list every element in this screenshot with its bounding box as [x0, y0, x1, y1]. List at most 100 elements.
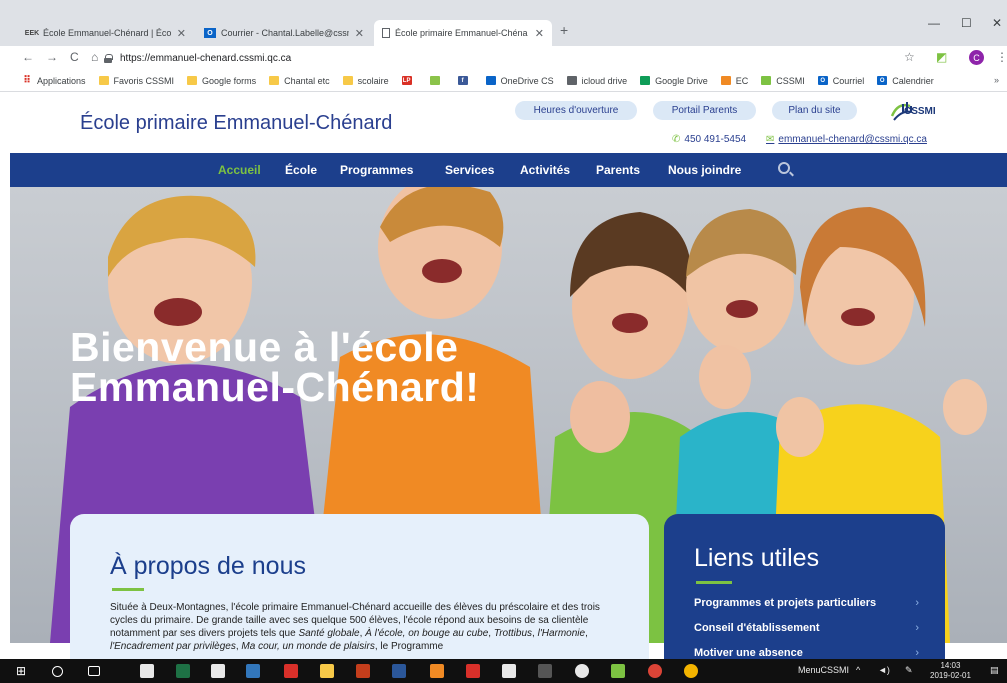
nav-activites[interactable]: Activités [520, 163, 570, 177]
useful-links-card: Liens utiles Programmes et projets parti… [664, 514, 945, 664]
link-absence[interactable]: Motiver une absence › [694, 647, 919, 659]
bookmark-item[interactable]: icloud drive [566, 76, 627, 86]
link-conseil[interactable]: Conseil d'établissement › [694, 622, 919, 634]
notifications-icon[interactable]: ▤ [990, 665, 999, 676]
chrome-icon[interactable] [648, 664, 662, 678]
bookmark-item[interactable]: Favoris CSSMI [98, 76, 174, 86]
bookmark-item[interactable]: Google forms [187, 76, 256, 86]
folder-icon [98, 76, 109, 85]
browser-tab-2[interactable]: O Courrier - Chantal.Labelle@cssm ✕ [196, 20, 372, 46]
powerpoint-icon[interactable] [356, 664, 370, 678]
close-tab-icon[interactable]: ✕ [177, 27, 186, 40]
hero-title-line-1: Bienvenue à l'école [70, 324, 459, 370]
chevron-right-icon: › [915, 647, 919, 659]
app-icon[interactable] [575, 664, 589, 678]
link-programmes[interactable]: Programmes et projets particuliers › [694, 597, 919, 609]
extension-icon[interactable]: ◩ [936, 50, 947, 64]
logo-text: CSSMI [904, 106, 936, 117]
taskbar-clock[interactable]: 14:03 2019-02-01 [930, 661, 971, 681]
bookmark-item[interactable]: CSSMI [761, 76, 805, 86]
new-tab-icon[interactable]: + [560, 22, 568, 38]
phone-contact[interactable]: ✆ 450 491-5454 [672, 134, 746, 145]
minimize-icon[interactable]: — [928, 16, 940, 30]
bookmark-label: OneDrive CS [500, 75, 554, 86]
vlc-icon[interactable] [430, 664, 444, 678]
email-contact[interactable]: ✉ emmanuel-chenard@cssmi.qc.ca [766, 134, 927, 145]
site-title[interactable]: École primaire Emmanuel-Chénard [80, 112, 392, 135]
about-text-segment: , le Programme [374, 641, 444, 652]
sitemap-button[interactable]: Plan du site [772, 101, 857, 120]
file-explorer-icon[interactable] [320, 664, 334, 678]
bookmark-label: Google forms [202, 75, 257, 86]
reload-icon[interactable]: C [70, 50, 79, 64]
tray-chevron-up-icon[interactable]: ^ [856, 665, 860, 675]
word-icon[interactable] [392, 664, 406, 678]
opening-hours-button[interactable]: Heures d'ouverture [515, 101, 637, 120]
volume-icon[interactable]: ◄) [878, 665, 890, 675]
tab-title: École Emmanuel-Chénard | École [43, 28, 171, 38]
task-view-icon[interactable] [88, 666, 100, 676]
bookmark-item[interactable]: scolaire [342, 76, 389, 86]
profile-avatar[interactable]: C [969, 50, 984, 65]
bookmark-item[interactable] [429, 76, 445, 85]
chrome-active-icon[interactable] [684, 664, 698, 678]
bookmark-item[interactable]: O Courriel [817, 76, 864, 86]
pdf-tool-icon[interactable] [466, 664, 480, 678]
home-icon[interactable]: ⌂ [91, 50, 98, 64]
back-icon[interactable]: ← [22, 50, 34, 64]
bookmark-item[interactable]: Google Drive [640, 76, 708, 86]
store-icon[interactable] [211, 664, 225, 678]
browser-toolbar: ← → C ⌂ https://emmanuel-chenard.cssmi.q… [0, 46, 1007, 70]
nav-ecole[interactable]: École [285, 163, 317, 177]
menu-dots-icon[interactable]: ⋮ [996, 50, 1007, 64]
acrobat-icon[interactable] [284, 664, 298, 678]
browser-tab-3-active[interactable]: École primaire Emmanuel-Chéna ✕ [374, 20, 552, 46]
apple-icon [566, 76, 577, 85]
drive-icon [640, 76, 651, 85]
bookmark-item[interactable]: ⠿ Applications [22, 75, 85, 86]
calculator-icon[interactable] [538, 664, 552, 678]
eek-favicon-icon: EEK [24, 29, 40, 37]
links-accent-bar [696, 581, 732, 584]
windows-start-icon[interactable]: ⊞ [16, 664, 30, 678]
edge-icon[interactable] [246, 664, 260, 678]
nav-nous-joindre[interactable]: Nous joindre [668, 163, 741, 177]
forward-icon[interactable]: → [46, 50, 58, 64]
bookmarks-bar: ⠿ Applications Favoris CSSMI Google forms Ch… [0, 70, 1007, 92]
link-label: Motiver une absence [694, 647, 803, 659]
bookmark-item[interactable]: LP [401, 76, 417, 85]
bookmark-item[interactable]: O Calendrier [877, 76, 934, 86]
mail-icon[interactable] [140, 664, 154, 678]
bookmark-item[interactable]: OneDrive CS [485, 75, 554, 86]
excel-icon[interactable] [176, 664, 190, 678]
clock-time: 14:03 [940, 661, 961, 670]
about-text-segment: , [585, 628, 588, 639]
about-card: À propos de nous Située à Deux-Montagnes… [70, 514, 649, 664]
bookmark-item[interactable]: f [457, 76, 473, 85]
document-icon[interactable] [502, 664, 516, 678]
maximize-icon[interactable]: ☐ [961, 16, 972, 30]
bookmark-item[interactable]: EC [720, 76, 748, 86]
nav-services[interactable]: Services [445, 163, 494, 177]
close-tab-icon[interactable]: ✕ [355, 27, 364, 40]
bookmark-star-icon[interactable]: ☆ [904, 50, 915, 64]
link-label: Conseil d'établissement [694, 622, 820, 634]
bookmarks-more-icon[interactable]: » [994, 75, 999, 85]
search-icon[interactable] [52, 666, 63, 677]
parents-portal-button[interactable]: Portail Parents [653, 101, 756, 120]
address-bar[interactable]: https://emmanuel-chenard.cssmi.qc.ca [104, 48, 924, 68]
nav-accueil[interactable]: Accueil [218, 163, 261, 177]
close-window-icon[interactable]: ✕ [992, 16, 1002, 30]
nav-parents[interactable]: Parents [596, 163, 640, 177]
about-text-segment: À l'école, on bouge au cube [365, 628, 489, 639]
tab-title: Courrier - Chantal.Labelle@cssm [221, 28, 349, 38]
search-icon[interactable] [778, 162, 790, 174]
pen-icon[interactable]: ✎ [905, 665, 913, 676]
bookmark-item[interactable]: Chantal etc [269, 76, 330, 86]
taskbar-app-label[interactable]: MenuCSSMI [798, 665, 849, 675]
paint-icon[interactable] [611, 664, 625, 678]
close-tab-icon[interactable]: ✕ [535, 27, 544, 40]
nav-programmes[interactable]: Programmes [340, 163, 413, 177]
bookmark-label: CSSMI [776, 75, 805, 86]
browser-tab-1[interactable]: EEK École Emmanuel-Chénard | École ✕ [18, 20, 194, 46]
